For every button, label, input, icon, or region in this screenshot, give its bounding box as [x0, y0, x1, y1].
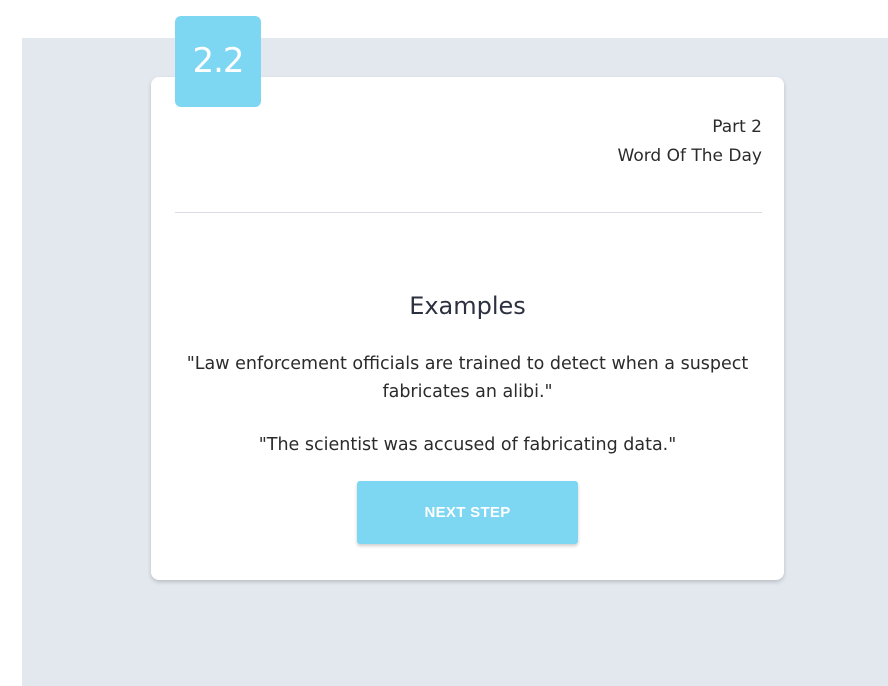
example-sentence-1: "Law enforcement officials are trained t… [186, 354, 749, 402]
card-title: Word Of The Day [617, 146, 762, 166]
header-divider [175, 212, 762, 213]
section-title: Examples [409, 292, 526, 320]
next-step-button[interactable]: NEXT STEP [357, 481, 578, 544]
part-label: Part 2 [712, 117, 762, 137]
example-sentence-2: "The scientist was accused of fabricatin… [258, 435, 677, 455]
step-number-badge: 2.2 [175, 16, 261, 107]
card-header: Part 2 Word Of The Day [618, 113, 762, 171]
lesson-card: Part 2 Word Of The Day Examples "Law enf… [151, 77, 784, 580]
